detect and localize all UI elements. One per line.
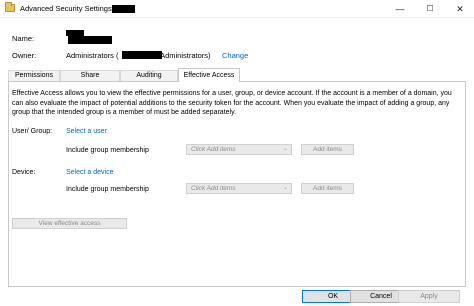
close-button[interactable]: ✕ [446, 0, 474, 18]
device-include-group-label: Include group membership [66, 186, 149, 193]
name-label: Name: [12, 34, 35, 43]
select-device-link[interactable]: Select a device [66, 169, 113, 176]
change-owner-link[interactable]: Change [222, 51, 248, 60]
user-group-label: User/ Group: [12, 128, 53, 135]
tab-share[interactable]: Share [60, 70, 120, 81]
user-add-items-button[interactable]: Add items [301, 144, 354, 155]
owner-value: Administrators ( [66, 51, 119, 60]
minimize-button[interactable]: — [386, 0, 414, 18]
user-group-combo[interactable]: Click Add items ⌄ [186, 144, 292, 155]
device-add-items-button[interactable]: Add items [301, 183, 354, 194]
tab-permissions[interactable]: Permissions [8, 70, 60, 81]
view-effective-access-button[interactable]: View effective access [12, 218, 127, 229]
device-label: Device: [12, 169, 36, 176]
title-bar[interactable]: Advanced Security Settings for — ☐ ✕ [0, 0, 474, 18]
owner-label: Owner: [12, 51, 37, 60]
owner-value-end: \Administrators) [158, 51, 211, 60]
tab-auditing[interactable]: Auditing [120, 70, 178, 81]
window-title: Advanced Security Settings for [20, 4, 123, 13]
redacted-name [68, 36, 112, 44]
apply-button[interactable]: Apply [398, 290, 460, 303]
device-group-combo-value: Click Add items [191, 185, 236, 192]
user-group-combo-value: Click Add items [191, 146, 236, 153]
folder-icon [5, 2, 15, 12]
redacted-title [112, 5, 135, 13]
select-user-link[interactable]: Select a user [66, 128, 107, 135]
user-include-group-label: Include group membership [66, 147, 149, 154]
tab-effective-access[interactable]: Effective Access [178, 68, 240, 82]
chevron-down-icon: ⌄ [282, 185, 288, 191]
device-group-combo[interactable]: Click Add items ⌄ [186, 183, 292, 194]
description-text: Effective Access allows you to view the … [12, 90, 452, 117]
chevron-down-icon: ⌄ [282, 146, 288, 152]
redacted-owner [122, 51, 162, 59]
maximize-button[interactable]: ☐ [416, 0, 444, 18]
